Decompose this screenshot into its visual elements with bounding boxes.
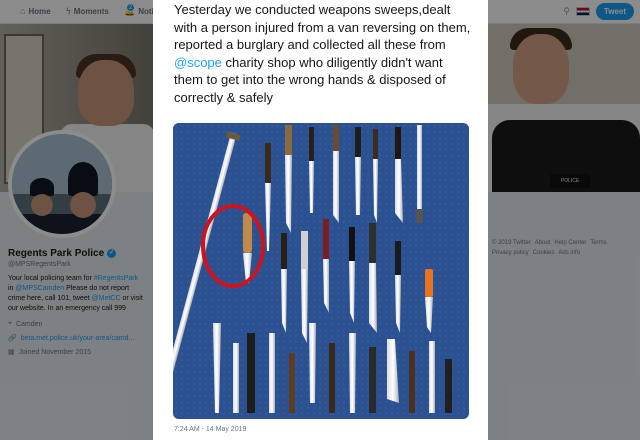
tweet-timestamp[interactable]: 7:24 AM - 14 May 2019 (174, 426, 246, 433)
tweet-photo[interactable] (173, 123, 469, 419)
knives-photo-illustration (173, 123, 469, 419)
tweet-mention-scope[interactable]: @scope (174, 55, 222, 70)
tweet-modal: Yesterday we conducted weapons sweeps,de… (153, 0, 488, 440)
tweet-text-part-1: Yesterday we conducted weapons sweeps,de… (174, 2, 471, 52)
tweet-text: Yesterday we conducted weapons sweeps,de… (174, 1, 474, 106)
